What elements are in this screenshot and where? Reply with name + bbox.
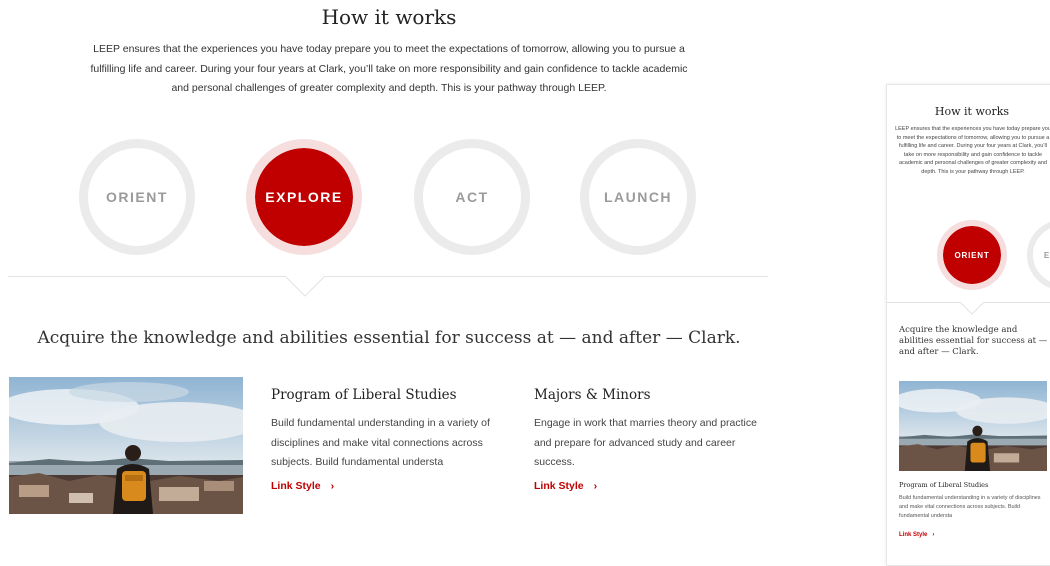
step-launch-button[interactable]: LAUNCH xyxy=(580,139,696,255)
step-label: ACT xyxy=(455,189,489,205)
step-explore-button[interactable]: EXPLORE xyxy=(246,139,362,255)
mobile-card-link[interactable]: Link Style › xyxy=(899,532,934,538)
section-divider xyxy=(8,276,768,277)
card-link[interactable]: Link Style › xyxy=(534,480,597,492)
section-intro: LEEP ensures that the experiences you ha… xyxy=(90,43,688,94)
mobile-step-subtitle: Acquire the knowledge and abilities esse… xyxy=(899,325,1048,357)
chevron-right-icon: › xyxy=(593,480,598,492)
mobile-active-step-pointer xyxy=(960,302,984,315)
mobile-step-explore-button[interactable]: E xyxy=(1027,220,1050,290)
chevron-right-icon: › xyxy=(932,532,935,538)
card-title: Program of Liberal Studies xyxy=(271,387,457,403)
desktop-view: How it works LEEP ensures that the exper… xyxy=(0,0,780,553)
mobile-program-photo xyxy=(899,381,1047,471)
step-act-button[interactable]: ACT xyxy=(414,139,530,255)
step-subtitle: Acquire the knowledge and abilities esse… xyxy=(37,328,741,348)
step-orient-button[interactable]: ORIENT xyxy=(79,139,195,255)
mobile-step-orient-button[interactable]: ORIENT xyxy=(937,220,1007,290)
step-label: EXPLORE xyxy=(265,189,343,205)
step-label: ORIENT xyxy=(954,250,990,260)
mobile-section-title: How it works xyxy=(934,105,1010,118)
step-label: ORIENT xyxy=(106,189,168,205)
chevron-right-icon: › xyxy=(330,480,335,492)
step-label: LAUNCH xyxy=(603,189,673,205)
card-title: Majors & Minors xyxy=(534,387,651,403)
card-body: Engage in work that marries theory and p… xyxy=(534,417,757,468)
mobile-view: How it works LEEP ensures that the exper… xyxy=(886,84,1050,566)
mobile-section-intro: LEEP ensures that the experiences you ha… xyxy=(895,126,1050,175)
section-title: How it works xyxy=(321,5,457,29)
mobile-card-body: Build fundamental understanding in a var… xyxy=(899,495,1041,519)
active-step-pointer xyxy=(285,276,325,297)
card-link[interactable]: Link Style › xyxy=(271,480,334,492)
link-label: Link Style xyxy=(271,480,321,492)
step-label: E xyxy=(1043,250,1050,260)
card-body: Build fundamental understanding in a var… xyxy=(271,417,490,468)
mobile-card-title: Program of Liberal Studies xyxy=(899,481,989,489)
link-label: Link Style xyxy=(534,480,584,492)
program-photo xyxy=(9,377,243,514)
link-label: Link Style xyxy=(899,532,928,538)
